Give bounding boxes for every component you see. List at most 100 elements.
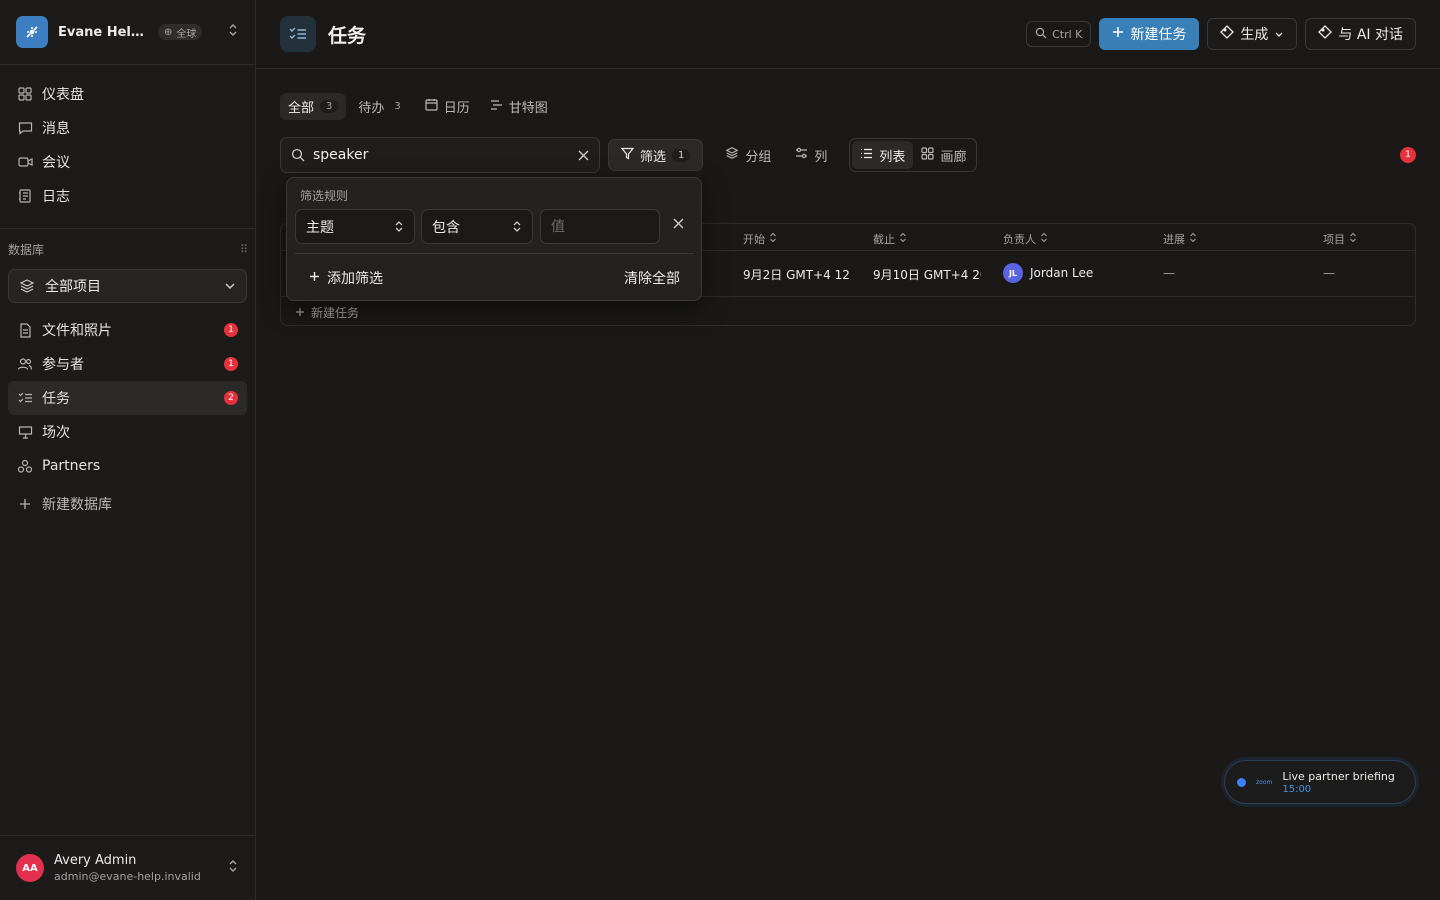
cell-project: — <box>1323 266 1335 280</box>
close-icon[interactable] <box>673 218 684 229</box>
sidebar-item-label: 任务 <box>42 391 70 407</box>
column-header-due[interactable]: 截止 <box>873 231 907 247</box>
tab-label: 日历 <box>443 101 470 116</box>
close-icon[interactable] <box>578 150 589 161</box>
header-actions: Ctrl K 新建任务 生成 与 AI 对话 <box>1026 18 1416 50</box>
sort-icon <box>1040 232 1048 246</box>
ai-chat-button[interactable]: 与 AI 对话 <box>1305 18 1416 50</box>
partners-icon <box>17 458 33 474</box>
plus-icon <box>295 306 305 320</box>
tab-count: 3 <box>394 101 401 112</box>
view-list-label: 列表 <box>879 149 906 165</box>
nav-item-dashboard[interactable]: 仪表盘 <box>8 77 247 111</box>
nav-item-messages[interactable]: 消息 <box>8 111 247 145</box>
project-select[interactable]: 全部项目 <box>8 269 247 303</box>
sort-icon <box>1349 232 1357 246</box>
calendar-icon <box>425 98 438 115</box>
tab-label: 待办 <box>358 101 385 116</box>
chevron-updown-icon[interactable] <box>227 23 239 41</box>
workspace-switcher[interactable]: Evane Help Center ⊕ 全球 <box>0 0 255 65</box>
sidebar-item-label: 场次 <box>42 425 70 441</box>
message-icon <box>17 120 33 136</box>
new-database-button[interactable]: 新建数据库 <box>8 487 247 521</box>
cell-assignee[interactable]: JL Jordan Lee <box>1003 263 1093 283</box>
tab-calendar[interactable]: 日历 <box>417 93 478 120</box>
view-list-button[interactable]: 列表 <box>852 141 914 169</box>
popover-title: 筛选规则 <box>300 189 349 203</box>
filter-value-input[interactable] <box>540 209 660 244</box>
tab-label: 甘特图 <box>508 101 548 116</box>
assignee-name: Jordan Lee <box>1030 266 1094 280</box>
region-badge-label: 全球 <box>176 28 197 40</box>
tag-icon <box>1220 25 1235 43</box>
zoom-logo: zoom <box>1256 778 1273 786</box>
view-gallery-label: 画廊 <box>940 149 967 165</box>
workspace-name: Evane Help Center <box>58 24 150 40</box>
avatar: AA <box>16 854 44 882</box>
table-toolbar: speaker 筛选 1 分组 列 列表 画廊 1 <box>280 137 1416 173</box>
sidebar-item-files[interactable]: 文件和照片 1 <box>8 313 247 347</box>
filter-label: 筛选 <box>640 149 667 165</box>
column-label: 项目 <box>1323 233 1345 246</box>
gantt-icon <box>490 99 503 115</box>
column-header-project[interactable]: 项目 <box>1323 231 1357 247</box>
sidebar-item-partners[interactable]: Partners <box>8 449 247 483</box>
sort-icon <box>769 232 777 246</box>
filter-operator-value: 包含 <box>432 219 460 236</box>
generate-label: 生成 <box>1240 27 1269 43</box>
search-icon <box>1035 27 1047 42</box>
sort-icon <box>1189 232 1197 246</box>
group-button[interactable]: 分组 <box>713 139 783 171</box>
notification-badge[interactable]: 1 <box>1400 147 1416 163</box>
user-name: Avery Admin <box>54 853 137 868</box>
column-header-progress[interactable]: 进展 <box>1163 231 1197 247</box>
view-gallery-button[interactable]: 画廊 <box>913 141 974 169</box>
nav-item-meetings[interactable]: 会议 <box>8 145 247 179</box>
column-label: 截止 <box>873 233 895 246</box>
ai-chat-label: 与 AI 对话 <box>1338 27 1403 43</box>
column-header-assignee[interactable]: 负责人 <box>1003 231 1048 247</box>
sliders-icon <box>795 147 808 163</box>
drag-handle-icon[interactable]: ⠿ <box>240 243 248 256</box>
user-menu[interactable]: AA Avery Admin admin@evane-help.invalid <box>0 835 255 900</box>
column-header-start[interactable]: 开始 <box>743 231 777 247</box>
filter-button[interactable]: 筛选 1 <box>608 139 704 171</box>
user-info: Avery Admin admin@evane-help.invalid <box>54 853 201 883</box>
divider <box>295 253 693 254</box>
command-search-button[interactable]: Ctrl K <box>1026 21 1092 47</box>
sidebar-item-label: 参与者 <box>42 357 84 373</box>
new-task-button[interactable]: 新建任务 <box>1099 18 1200 50</box>
search-value: speaker <box>313 147 369 163</box>
tab-gantt[interactable]: 甘特图 <box>482 93 556 120</box>
filter-field-select[interactable]: 主题 <box>295 209 415 244</box>
tab-todo[interactable]: 待办 3 <box>350 93 412 120</box>
columns-button[interactable]: 列 <box>783 139 839 171</box>
meeting-reminder[interactable]: zoom Live partner briefing 15:00 <box>1224 760 1416 804</box>
filter-operator-select[interactable]: 包含 <box>421 209 533 244</box>
sidebar: Evane Help Center ⊕ 全球 仪表盘 消息 会议 日志 数据库 … <box>0 0 256 900</box>
project-select-value: 全部项目 <box>45 279 101 295</box>
new-task-row-button[interactable]: 新建任务 <box>295 304 359 321</box>
cell-progress: — <box>1163 266 1175 280</box>
generate-button[interactable]: 生成 <box>1207 18 1298 50</box>
status-dot <box>1237 777 1246 787</box>
search-icon <box>291 148 305 162</box>
plus-icon <box>1112 26 1124 42</box>
search-input[interactable]: speaker <box>280 137 600 173</box>
nav-item-label: 仪表盘 <box>42 87 84 103</box>
user-email: admin@evane-help.invalid <box>54 870 201 883</box>
sidebar-item-label: Partners <box>42 458 101 474</box>
meeting-time: 15:00 <box>1282 783 1312 795</box>
chevron-down-icon <box>1274 26 1284 42</box>
sidebar-item-participants[interactable]: 参与者 1 <box>8 347 247 381</box>
filter-field-value: 主题 <box>306 219 334 236</box>
layers-icon <box>19 278 35 294</box>
nav-item-logs[interactable]: 日志 <box>8 179 247 213</box>
view-toggle: 列表 画廊 <box>849 138 978 172</box>
tab-all[interactable]: 全部 3 <box>280 93 347 120</box>
tasks-icon <box>280 16 316 52</box>
sidebar-item-tasks[interactable]: 任务 2 <box>8 381 247 415</box>
clear-all-button[interactable]: 清除全部 <box>624 268 680 288</box>
sidebar-item-sessions[interactable]: 场次 <box>8 415 247 449</box>
add-filter-button[interactable]: 添加筛选 <box>309 268 383 288</box>
